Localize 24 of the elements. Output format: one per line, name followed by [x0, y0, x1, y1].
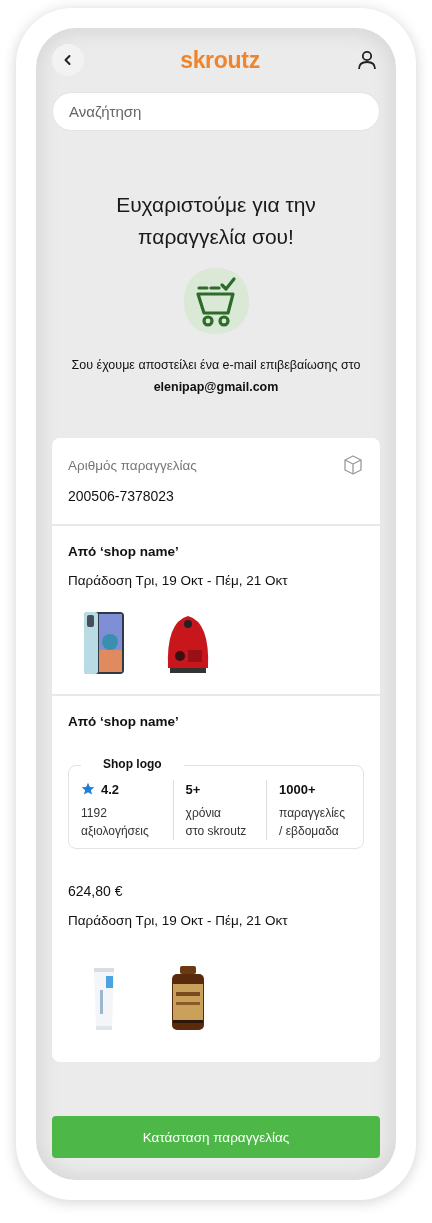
confirmation-title: Ευχαριστούμε για την παραγγελία σου!	[115, 192, 317, 250]
logo[interactable]: skroutz	[180, 46, 260, 74]
user-icon[interactable]	[356, 49, 378, 71]
stat-value: 5+	[185, 781, 201, 797]
shop-logo-label: Shop logo	[81, 757, 184, 771]
shop-name: Από ‘shop name’	[68, 544, 180, 559]
order-number: 200506-7378023	[68, 488, 175, 504]
search-field[interactable]: Αναζήτηση	[52, 92, 380, 131]
order-number-label: Αριθμός παραγγελίας	[68, 457, 197, 473]
shop-name: Από ‘shop name’	[68, 714, 180, 729]
price: 624,80 €	[68, 883, 124, 899]
confirmation-message: Σου έχουμε αποστείλει ένα e-mail επιβεβαίωσης στο elenipap@gmail.com	[70, 357, 362, 396]
stat-label: παραγγελίες / εβδομαδα	[279, 805, 345, 840]
stat-label: χρόνια στο skroutz	[185, 805, 248, 840]
stat-label: 1192 αξιολογήσεις	[81, 805, 150, 840]
delivery-dates: Παράδοση Τρι, 19 Οκτ - Πέμ, 21 Οκτ	[68, 573, 289, 588]
package-icon	[342, 454, 364, 476]
star-icon	[81, 782, 95, 796]
rating-value: 4.2	[101, 781, 120, 797]
delivery-dates: Παράδοση Τρι, 19 Οκτ - Πέμ, 21 Οκτ	[68, 913, 289, 928]
order-status-button[interactable]: Κατάσταση παραγγελίας	[52, 1116, 380, 1158]
stat-value: 1000+	[279, 781, 316, 797]
back-button[interactable]	[52, 44, 84, 76]
shopping-cart-check-icon	[181, 266, 251, 336]
